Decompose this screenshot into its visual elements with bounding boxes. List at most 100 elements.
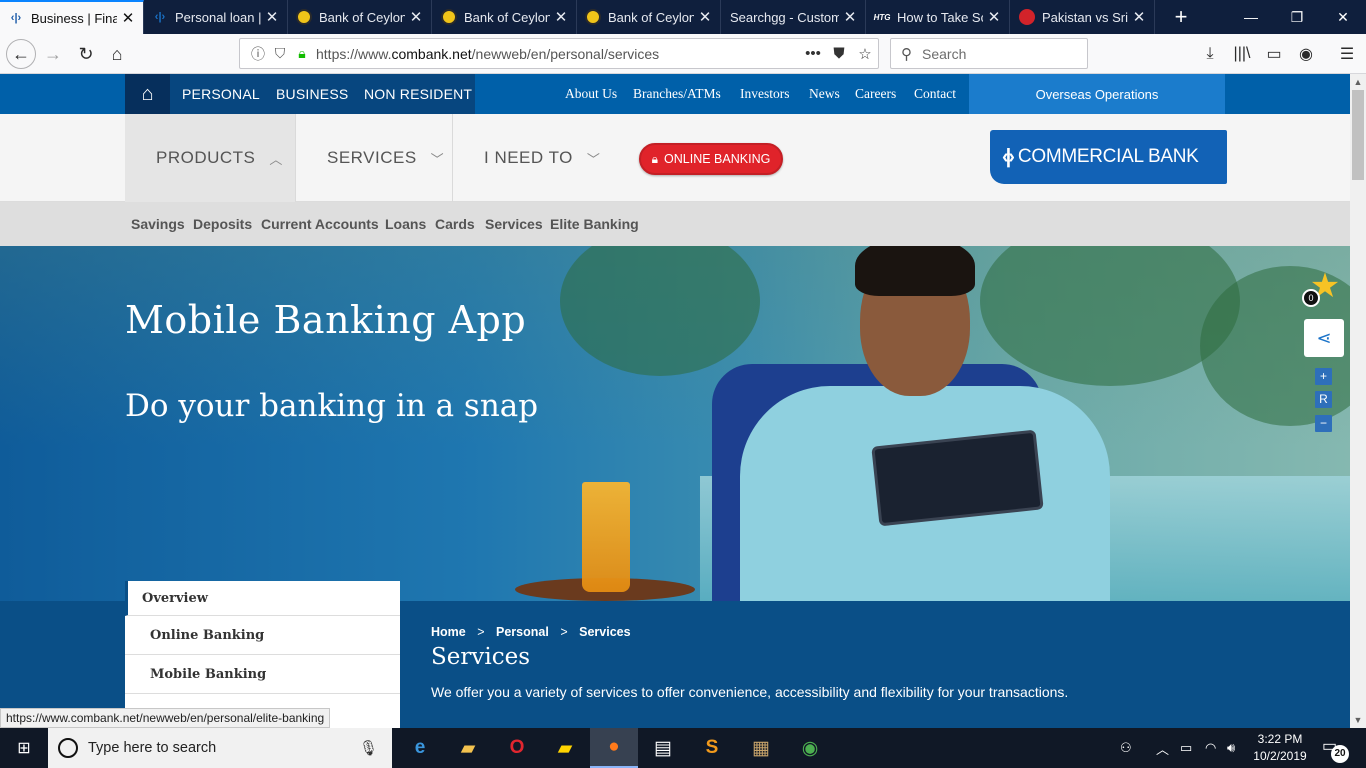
- battery-icon[interactable]: ▭: [1180, 728, 1192, 768]
- new-tab-button[interactable]: +: [1158, 0, 1204, 34]
- submenu-cards[interactable]: Cards: [435, 202, 475, 246]
- link-about-us[interactable]: About Us: [565, 74, 617, 114]
- show-hidden-icons-chevron-icon[interactable]: ︿: [1156, 728, 1169, 768]
- edge-icon[interactable]: e: [396, 728, 444, 768]
- scroll-up-icon[interactable]: ▲: [1350, 74, 1366, 90]
- menu-icon[interactable]: ☰: [1335, 42, 1359, 66]
- breadcrumb-home[interactable]: Home: [431, 625, 466, 639]
- tab-how-to-take-screenshot[interactable]: HTG How to Take Sc ✕: [866, 0, 1010, 34]
- tab-bank-of-ceylon-3[interactable]: Bank of Ceylon ✕: [577, 0, 721, 34]
- submenu-savings[interactable]: Savings: [131, 202, 185, 246]
- action-center-icon[interactable]: ▭ 20: [1322, 736, 1349, 763]
- submenu-loans[interactable]: Loans: [385, 202, 426, 246]
- tab-business-finance[interactable]: ‹|› Business | Finan ✕: [0, 0, 144, 34]
- menu-i-need-to[interactable]: I NEED TO ﹀: [453, 114, 613, 202]
- segment-non-resident[interactable]: NON RESIDENT: [364, 74, 472, 114]
- close-icon[interactable]: ✕: [987, 8, 1001, 26]
- link-investors[interactable]: Investors: [740, 74, 790, 114]
- minimize-button[interactable]: —: [1228, 0, 1274, 34]
- submenu-current-accounts[interactable]: Current Accounts: [261, 202, 379, 246]
- system-clock[interactable]: 3:22 PM 10/2/2019: [1248, 731, 1312, 765]
- tab-personal-loan[interactable]: ‹|› Personal loan | I ✕: [144, 0, 288, 34]
- menu-products[interactable]: PRODUCTS ︿: [125, 114, 295, 202]
- page-scrollbar[interactable]: ▲ ▼: [1350, 74, 1366, 728]
- close-icon[interactable]: ✕: [843, 8, 857, 26]
- winrar-icon[interactable]: ▦: [737, 728, 785, 768]
- menu-services[interactable]: SERVICES ﹀: [296, 114, 452, 202]
- submenu-elite-banking[interactable]: Elite Banking: [550, 202, 639, 246]
- sidenav-overview[interactable]: Overview: [125, 581, 400, 616]
- home-button[interactable]: ⌂: [102, 39, 132, 69]
- search-input[interactable]: ⚲ Search: [890, 38, 1088, 69]
- sublime-text-icon[interactable]: S: [688, 728, 736, 768]
- volume-icon[interactable]: 🔊︎: [1227, 728, 1235, 768]
- tracking-shield-icon[interactable]: ⛉: [272, 45, 288, 62]
- file-explorer-icon[interactable]: ▰: [444, 728, 492, 768]
- bookmark-star-icon[interactable]: ☆: [852, 45, 878, 63]
- online-banking-label: ONLINE BANKING: [664, 152, 771, 166]
- downloads-icon[interactable]: ⤓: [1198, 42, 1222, 66]
- link-contact[interactable]: Contact: [914, 74, 956, 114]
- video-editor-icon[interactable]: ▤: [639, 728, 687, 768]
- page-description: We offer you a variety of services to of…: [431, 684, 1069, 700]
- sidebar-icon[interactable]: ▭: [1262, 42, 1286, 66]
- reload-button[interactable]: ↻: [71, 39, 101, 69]
- close-icon[interactable]: ✕: [265, 8, 279, 26]
- link-news[interactable]: News: [809, 74, 840, 114]
- site-top-strip: ⌂ PERSONAL BUSINESS NON RESIDENT About U…: [0, 74, 1350, 114]
- menu-products-label: PRODUCTS: [156, 148, 256, 167]
- breadcrumb-services[interactable]: Services: [579, 625, 630, 639]
- sidenav-mobile-banking[interactable]: Mobile Banking: [125, 655, 400, 694]
- address-bar[interactable]: ⓘ ⛉ 🔒︎ https://www.combank.net/newweb/en…: [239, 38, 879, 69]
- chevron-down-icon: ﹀: [430, 151, 445, 167]
- wifi-icon[interactable]: ◠: [1205, 728, 1216, 768]
- tab-label: Bank of Ceylon: [319, 9, 405, 25]
- scrollbar-thumb[interactable]: [1352, 90, 1364, 180]
- close-icon[interactable]: ✕: [121, 9, 135, 27]
- share-button[interactable]: ⋖: [1304, 319, 1344, 357]
- font-decrease-button[interactable]: −: [1315, 415, 1332, 432]
- account-icon[interactable]: ◉: [1294, 42, 1318, 66]
- segment-business[interactable]: BUSINESS: [276, 74, 348, 114]
- home-icon[interactable]: ⌂: [125, 74, 170, 114]
- breadcrumb-personal[interactable]: Personal: [496, 625, 549, 639]
- forward-button[interactable]: →: [38, 39, 68, 69]
- font-increase-button[interactable]: +: [1315, 368, 1332, 385]
- submenu-deposits[interactable]: Deposits: [193, 202, 252, 246]
- close-icon[interactable]: ✕: [409, 8, 423, 26]
- close-icon[interactable]: ✕: [1132, 8, 1146, 26]
- restore-button[interactable]: ❐: [1274, 0, 1320, 34]
- chrome-icon[interactable]: ◉: [786, 728, 834, 768]
- firefox-icon[interactable]: ●: [590, 728, 638, 768]
- pocket-icon[interactable]: ⛊: [826, 45, 852, 62]
- online-banking-button[interactable]: 🔒︎ ONLINE BANKING: [639, 143, 783, 175]
- scroll-down-icon[interactable]: ▼: [1350, 712, 1366, 728]
- link-careers[interactable]: Careers: [855, 74, 896, 114]
- close-window-button[interactable]: ✕: [1320, 0, 1366, 34]
- segment-personal[interactable]: PERSONAL: [182, 74, 260, 114]
- close-icon[interactable]: ✕: [554, 8, 568, 26]
- taskbar-search-input[interactable]: Type here to search 🎙︎: [48, 728, 392, 768]
- sidenav-online-banking[interactable]: Online Banking: [125, 616, 400, 655]
- people-icon[interactable]: ⚇: [1120, 728, 1132, 768]
- sticky-notes-icon[interactable]: ▰: [541, 728, 589, 768]
- back-button[interactable]: ←: [6, 39, 36, 69]
- tab-bank-of-ceylon-1[interactable]: Bank of Ceylon ✕: [288, 0, 432, 34]
- tab-pakistan-vs-sri-lanka[interactable]: Pakistan vs Sri L ✕: [1011, 0, 1155, 34]
- opera-icon[interactable]: O: [493, 728, 541, 768]
- commercial-bank-logo[interactable]: ‹|› COMMERCIAL BANK: [990, 130, 1227, 184]
- tab-bank-of-ceylon-2[interactable]: Bank of Ceylon ✕: [433, 0, 577, 34]
- windows-start-icon[interactable]: ⊞: [0, 728, 48, 768]
- link-branches-atms[interactable]: Branches/ATMs: [633, 74, 721, 114]
- submenu-services[interactable]: Services: [485, 202, 543, 246]
- close-icon[interactable]: ✕: [698, 8, 712, 26]
- lock-icon[interactable]: 🔒︎: [294, 45, 310, 62]
- overseas-operations-link[interactable]: Overseas Operations: [969, 74, 1225, 114]
- tab-searchgg[interactable]: Searchgg - Custom ✕: [722, 0, 866, 34]
- font-reset-button[interactable]: R: [1315, 391, 1332, 408]
- url-text[interactable]: https://www.combank.net/newweb/en/person…: [316, 46, 800, 62]
- library-icon[interactable]: |||\: [1230, 42, 1254, 66]
- microphone-icon[interactable]: 🎙︎: [359, 739, 378, 757]
- info-icon[interactable]: ⓘ: [250, 44, 266, 64]
- page-actions-icon[interactable]: •••: [800, 45, 826, 62]
